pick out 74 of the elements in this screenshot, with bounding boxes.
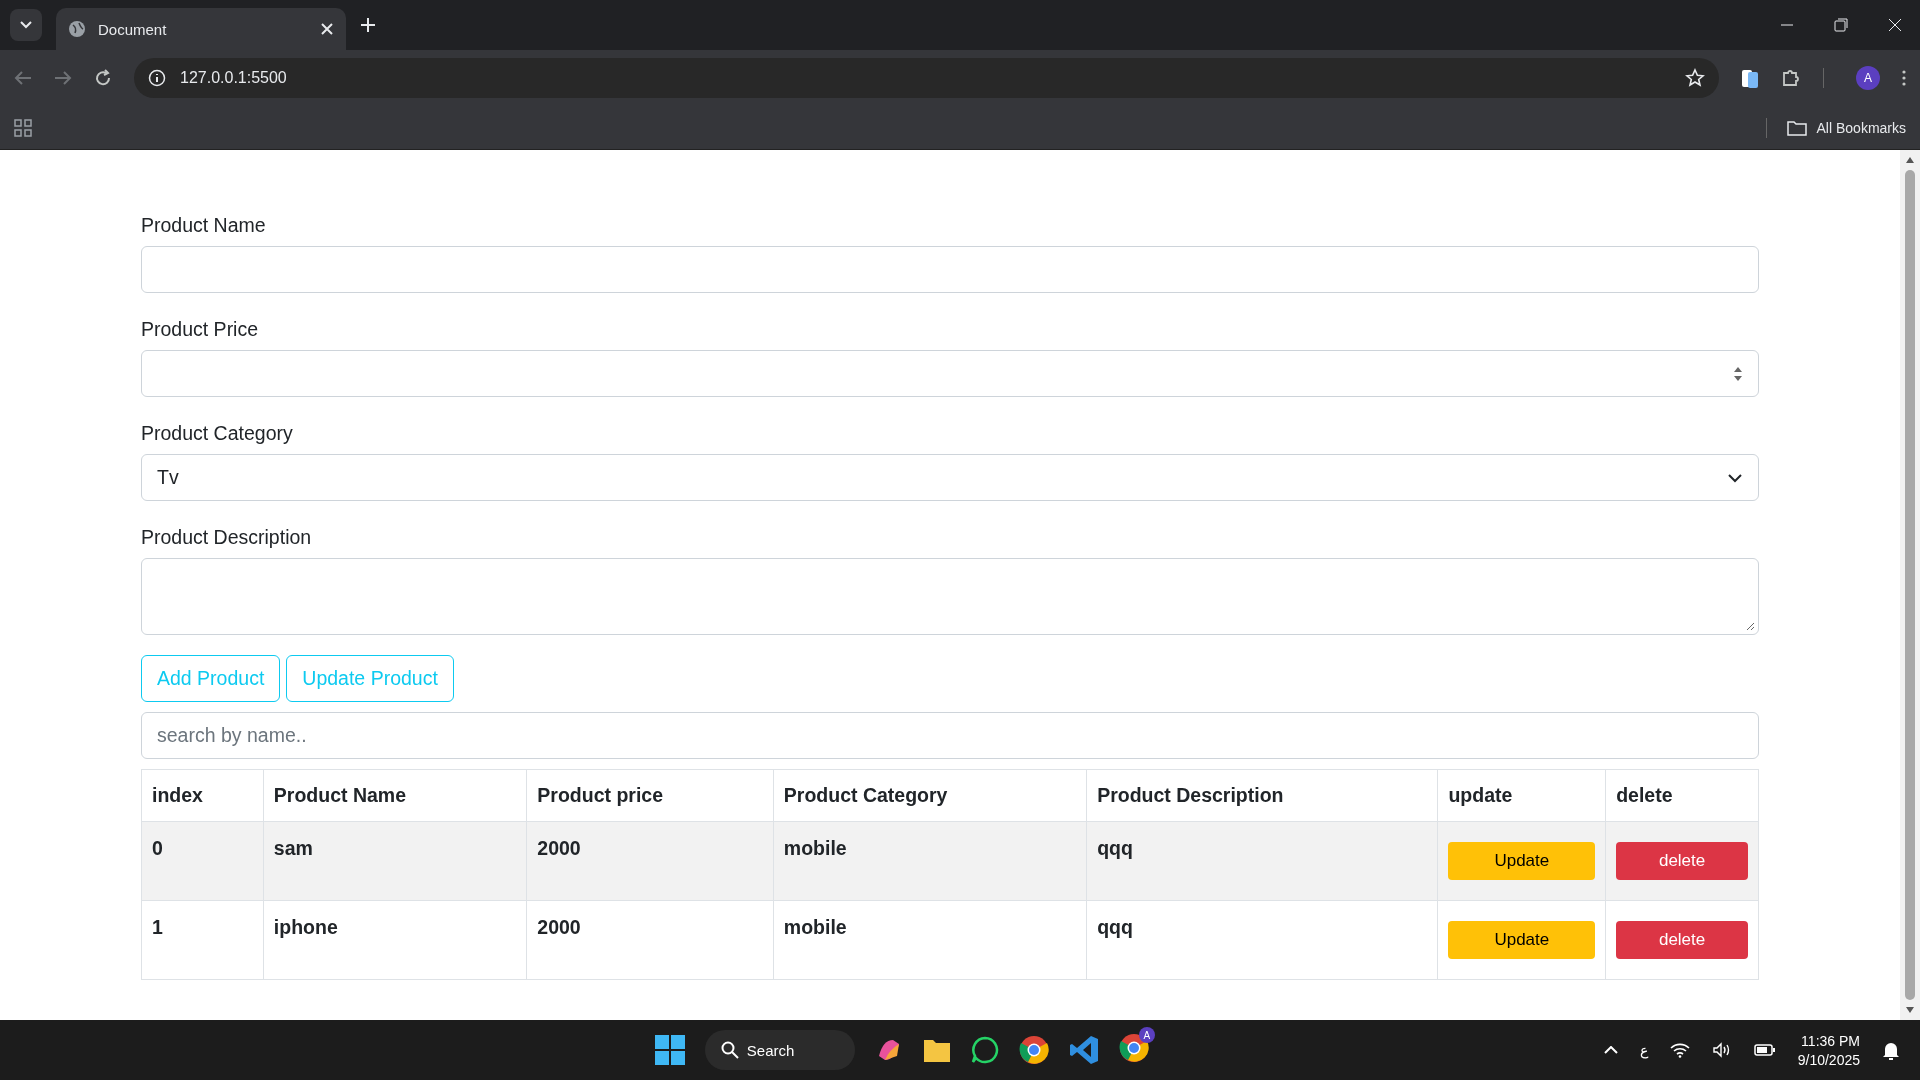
phone-copy-icon[interactable] (1741, 67, 1759, 89)
more-menu-icon[interactable] (1902, 69, 1906, 87)
column-header: delete (1605, 769, 1759, 822)
close-icon[interactable] (320, 22, 334, 36)
scroll-down-icon[interactable] (1905, 1006, 1915, 1014)
reload-icon[interactable] (94, 69, 112, 87)
chevron-up-icon[interactable] (1603, 1046, 1618, 1054)
table-cell: 2000 (526, 900, 774, 980)
back-arrow-icon[interactable] (14, 70, 32, 86)
star-icon[interactable] (1685, 68, 1705, 88)
search-field[interactable]: search by name.. (141, 712, 1759, 759)
delete-button[interactable]: delete (1616, 842, 1748, 880)
language-indicator[interactable]: ع (1639, 1042, 1648, 1058)
column-header: index (141, 769, 264, 822)
table-cell: iphone (263, 900, 527, 980)
number-field[interactable] (141, 350, 1759, 397)
folder-app-icon[interactable] (922, 1037, 951, 1063)
bookmarks-link[interactable]: All Bookmarks (1816, 119, 1906, 136)
speaker-icon[interactable] (1711, 1042, 1732, 1058)
column-header: Product Name (263, 769, 527, 822)
folder-icon[interactable] (1786, 119, 1807, 136)
column-header: Product Description (1086, 769, 1438, 822)
field-label: Product Price (141, 318, 260, 341)
battery-icon[interactable] (1753, 1043, 1776, 1057)
select-field[interactable]: Tv (141, 454, 1759, 501)
textarea-field[interactable] (141, 558, 1759, 635)
text-field[interactable] (141, 246, 1759, 293)
forward-arrow-icon[interactable] (54, 70, 72, 86)
scrollbar-thumb[interactable] (1905, 170, 1915, 1000)
delete-button[interactable]: delete (1616, 921, 1748, 959)
info-icon[interactable] (148, 69, 166, 87)
field-label: Product Name (141, 214, 267, 237)
restore-icon[interactable] (1834, 18, 1848, 32)
table-cell: 0 (141, 821, 264, 901)
close-icon[interactable] (1888, 18, 1902, 32)
update-button[interactable]: Update (1448, 842, 1596, 880)
puzzle-icon[interactable] (1781, 68, 1801, 88)
search-icon (720, 1041, 739, 1059)
chevron-down-icon (20, 21, 32, 29)
table-cell: 1 (141, 900, 264, 980)
globe-icon (68, 20, 86, 38)
column-header: Product price (526, 769, 774, 822)
profile-badge: A (1138, 1027, 1155, 1043)
chevron-down-icon (1727, 472, 1743, 483)
tab-title: Document (98, 20, 168, 38)
notification-bell-icon[interactable] (1882, 1040, 1900, 1060)
table-cell: qqq (1086, 900, 1438, 980)
column-header: Product Category (773, 769, 1087, 822)
new-tab-icon[interactable] (360, 17, 376, 33)
address-bar[interactable]: 127.0.0.1:5500 (134, 58, 1719, 98)
taskbar-search[interactable]: Search (704, 1030, 855, 1070)
table-cell: mobile (773, 821, 1087, 901)
url-text: 127.0.0.1:5500 (180, 69, 287, 87)
chrome-icon[interactable] (1018, 1035, 1049, 1065)
column-header: update (1437, 769, 1606, 822)
table-cell: sam (263, 821, 527, 901)
table-cell: 2000 (526, 821, 774, 901)
resize-grip-icon (1746, 622, 1754, 630)
code-editor-icon[interactable] (1068, 1035, 1099, 1065)
table-cell: mobile (773, 900, 1087, 980)
chrome-icon[interactable] (1118, 1033, 1149, 1063)
profile-avatar[interactable]: A (1856, 66, 1880, 90)
tab-list-button[interactable] (10, 9, 42, 41)
wifi-icon[interactable] (1669, 1042, 1690, 1058)
chat-bubble-icon[interactable] (970, 1036, 999, 1064)
update-button[interactable]: Update (1448, 921, 1596, 959)
apps-grid-icon[interactable] (14, 118, 32, 137)
table-cell: qqq (1086, 821, 1438, 901)
taskbar-clock[interactable]: 11:36 PM 9/10/2025 (1797, 1032, 1860, 1068)
scroll-up-icon[interactable] (1905, 156, 1915, 164)
field-label: Product Description (141, 526, 313, 549)
browser-tab[interactable]: Document (56, 8, 346, 50)
windows-start-icon[interactable] (654, 1035, 685, 1065)
field-label: Product Category (141, 422, 294, 445)
